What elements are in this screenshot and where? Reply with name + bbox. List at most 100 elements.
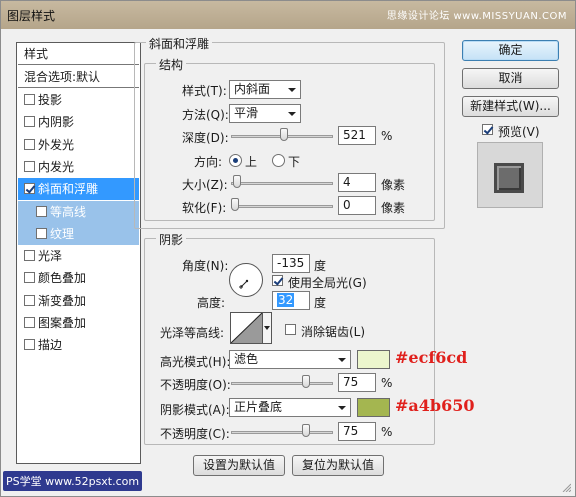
direction-down-label: 下 [288,155,301,169]
blend-options-label: 混合选项:默认 [24,70,101,84]
soften-slider-track[interactable] [231,205,333,208]
angle-input[interactable]: -135 [272,254,310,273]
soften-slider-thumb[interactable] [231,198,239,211]
angle-label: 角度(N): [182,259,229,273]
gloss-contour-picker[interactable] [230,312,263,344]
shadow-hex-note: #a4b650 [395,396,475,415]
shadow-mode-select[interactable]: 正片叠底 [229,398,351,417]
cancel-label: 取消 [498,71,523,85]
preview-checkbox[interactable] [482,124,493,135]
antialias-label: 消除锯齿(L) [301,325,366,339]
soften-input-value: 0 [343,198,351,212]
gloss-contour-dropdown[interactable] [263,312,272,344]
reset-default-button[interactable]: 复位为默认值 [292,455,384,476]
style-item-checkbox[interactable] [24,183,35,195]
style-item-label: 光泽 [38,249,63,264]
contour-linear-icon [230,312,263,344]
style-item-label: 描边 [38,338,63,353]
shadow-opacity-input[interactable]: 75 [338,422,376,441]
depth-slider-thumb[interactable] [279,128,288,141]
size-slider-thumb[interactable] [232,175,241,188]
style-list-item[interactable]: 渐变叠加 [18,290,139,312]
new-style-button[interactable]: 新建样式(W)... [462,96,559,117]
global-light-label: 使用全局光(G) [288,276,367,290]
style-list-blend-options[interactable]: 混合选项:默认 [18,66,139,88]
style-item-checkbox[interactable] [24,94,35,105]
style-item-checkbox[interactable] [24,339,35,351]
style-item-checkbox[interactable] [24,116,35,128]
preview-label: 预览(V) [498,125,540,139]
antialias-option[interactable] [285,323,299,337]
preview-option[interactable] [482,123,496,137]
watermark-text: 思缘设计论坛 www.MISSYUAN.COM [386,11,567,22]
method-select[interactable]: 平滑 [229,104,301,123]
global-light-option[interactable] [272,274,286,288]
style-item-checkbox[interactable] [24,160,35,172]
style-list-item[interactable]: 内阴影 [18,111,139,133]
footer-logo-text: PS学堂 www.52psxt.com [3,471,143,491]
chevron-down-icon [288,112,296,116]
direction-up-radio[interactable] [229,154,242,167]
soften-label: 软化(F): [182,201,227,215]
style-select[interactable]: 内斜面 [229,80,301,99]
style-item-checkbox[interactable] [24,317,35,328]
style-item-checkbox[interactable] [36,205,47,217]
gloss-contour-label: 光泽等高线: [160,326,225,340]
style-list-item[interactable]: 斜面和浮雕 [18,178,139,201]
size-input[interactable]: 4 [338,173,376,192]
altitude-input[interactable]: 32 [272,291,310,310]
cancel-button[interactable]: 取消 [462,68,559,89]
style-list-item[interactable]: 图案叠加 [18,312,139,334]
shadow-mode-label: 阴影模式(A): [160,403,230,417]
highlight-mode-select[interactable]: 滤色 [229,350,351,369]
bevel-emboss-title: 斜面和浮雕 [146,35,213,52]
set-default-button[interactable]: 设置为默认值 [193,455,285,476]
style-label: 样式(T): [182,84,227,98]
layer-style-dialog: 图层样式 思缘设计论坛 www.MISSYUAN.COM 样式 混合选项:默认 … [0,0,576,497]
style-list-item[interactable]: 光泽 [18,245,139,267]
style-list-item[interactable]: 投影 [18,89,139,111]
shadow-color-swatch[interactable] [357,398,390,417]
highlight-hex-note: #ecf6cd [395,348,468,367]
style-item-label: 纹理 [50,226,75,241]
soften-input[interactable]: 0 [338,196,376,215]
style-list-item[interactable]: 外发光 [18,134,139,156]
title-bar[interactable]: 图层样式 思缘设计论坛 www.MISSYUAN.COM [1,1,575,29]
highlight-opacity-thumb[interactable] [301,375,310,388]
highlight-color-swatch[interactable] [357,350,390,369]
highlight-opacity-track[interactable] [231,382,333,385]
window-title: 图层样式 [7,9,56,23]
antialias-checkbox[interactable] [285,324,296,335]
ok-button[interactable]: 确定 [462,40,559,61]
size-unit: 像素 [381,178,406,192]
style-list-item[interactable]: 颜色叠加 [18,267,139,289]
shadow-opacity-track[interactable] [231,431,333,434]
direction-down-radio[interactable] [272,154,285,167]
style-item-checkbox[interactable] [24,250,35,262]
style-list-item[interactable]: 纹理 [18,222,139,245]
shadow-opacity-unit: % [381,425,393,439]
style-list-item[interactable]: 等高线 [18,200,139,223]
shadow-opacity-thumb[interactable] [301,424,310,437]
depth-input[interactable]: 521 [338,126,376,145]
depth-label: 深度(D): [182,131,229,145]
global-light-checkbox[interactable] [272,275,283,286]
depth-unit: % [381,129,393,143]
style-item-checkbox[interactable] [36,227,47,239]
style-list-item[interactable]: 描边 [18,334,139,356]
chevron-down-icon [338,358,346,362]
style-item-checkbox[interactable] [24,294,35,306]
style-list-item[interactable]: 内发光 [18,156,139,178]
shadow-mode-value: 正片叠底 [234,400,283,414]
style-item-checkbox[interactable] [24,272,35,284]
size-slider-track[interactable] [231,182,333,185]
resize-grip-icon[interactable] [561,482,571,492]
highlight-mode-value: 滤色 [234,352,259,366]
style-item-checkbox[interactable] [24,138,35,150]
angle-unit: 度 [314,259,327,273]
size-input-value: 4 [343,175,351,189]
angle-dial-icon [239,279,249,289]
angle-dial[interactable] [229,263,263,297]
highlight-opacity-input[interactable]: 75 [338,373,376,392]
style-list-header[interactable]: 样式 [18,43,139,65]
